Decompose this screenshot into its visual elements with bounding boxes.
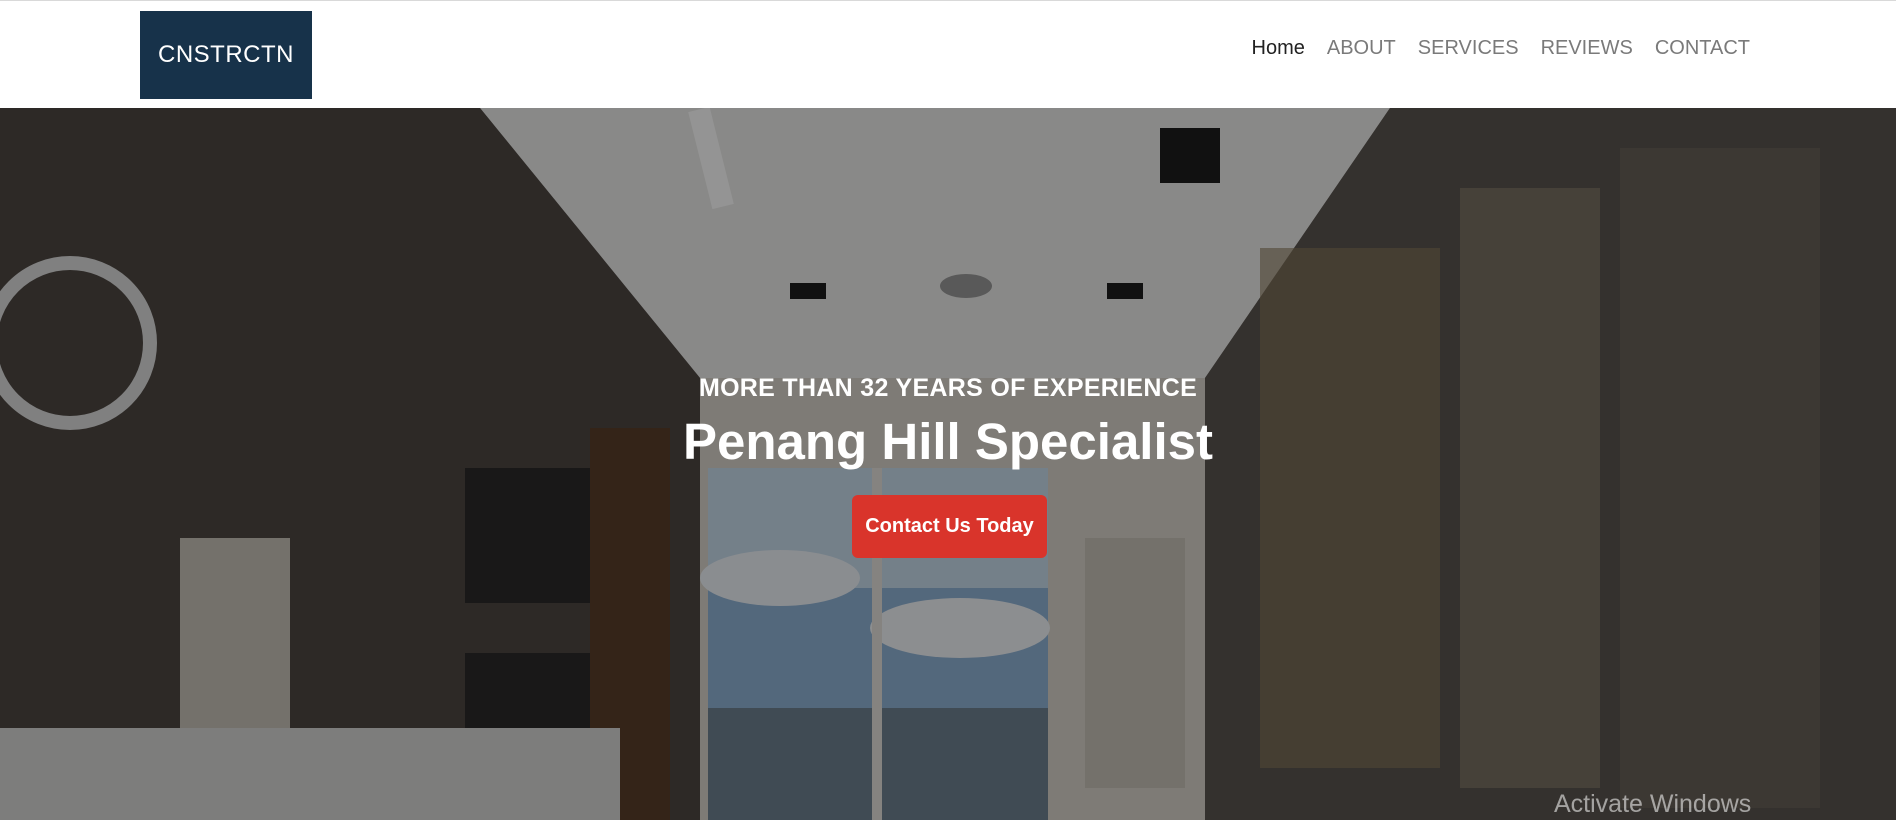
hero-section: MORE THAN 32 YEARS OF EXPERIENCE Penang … <box>0 108 1896 820</box>
nav-menu: Home ABOUT SERVICES REVIEWS CONTACT <box>1252 37 1750 60</box>
hero-title: Penang Hill Specialist <box>683 413 1213 470</box>
hero-subtitle: MORE THAN 32 YEARS OF EXPERIENCE <box>698 374 1198 402</box>
site-logo-text: CNSTRCTN <box>158 41 294 68</box>
nav-link-contact[interactable]: CONTACT <box>1655 37 1750 60</box>
contact-us-button-label: Contact Us Today <box>865 515 1034 537</box>
nav-link-services[interactable]: SERVICES <box>1418 37 1519 60</box>
site-logo[interactable]: CNSTRCTN <box>140 11 312 99</box>
nav-link-reviews[interactable]: REVIEWS <box>1541 37 1633 60</box>
activate-windows-watermark: Activate Windows <box>1554 790 1752 818</box>
nav-link-about[interactable]: ABOUT <box>1327 37 1396 60</box>
navbar: CNSTRCTN Home ABOUT SERVICES REVIEWS CON… <box>0 1 1896 108</box>
nav-link-home[interactable]: Home <box>1252 37 1305 60</box>
contact-us-button[interactable]: Contact Us Today <box>852 495 1047 558</box>
